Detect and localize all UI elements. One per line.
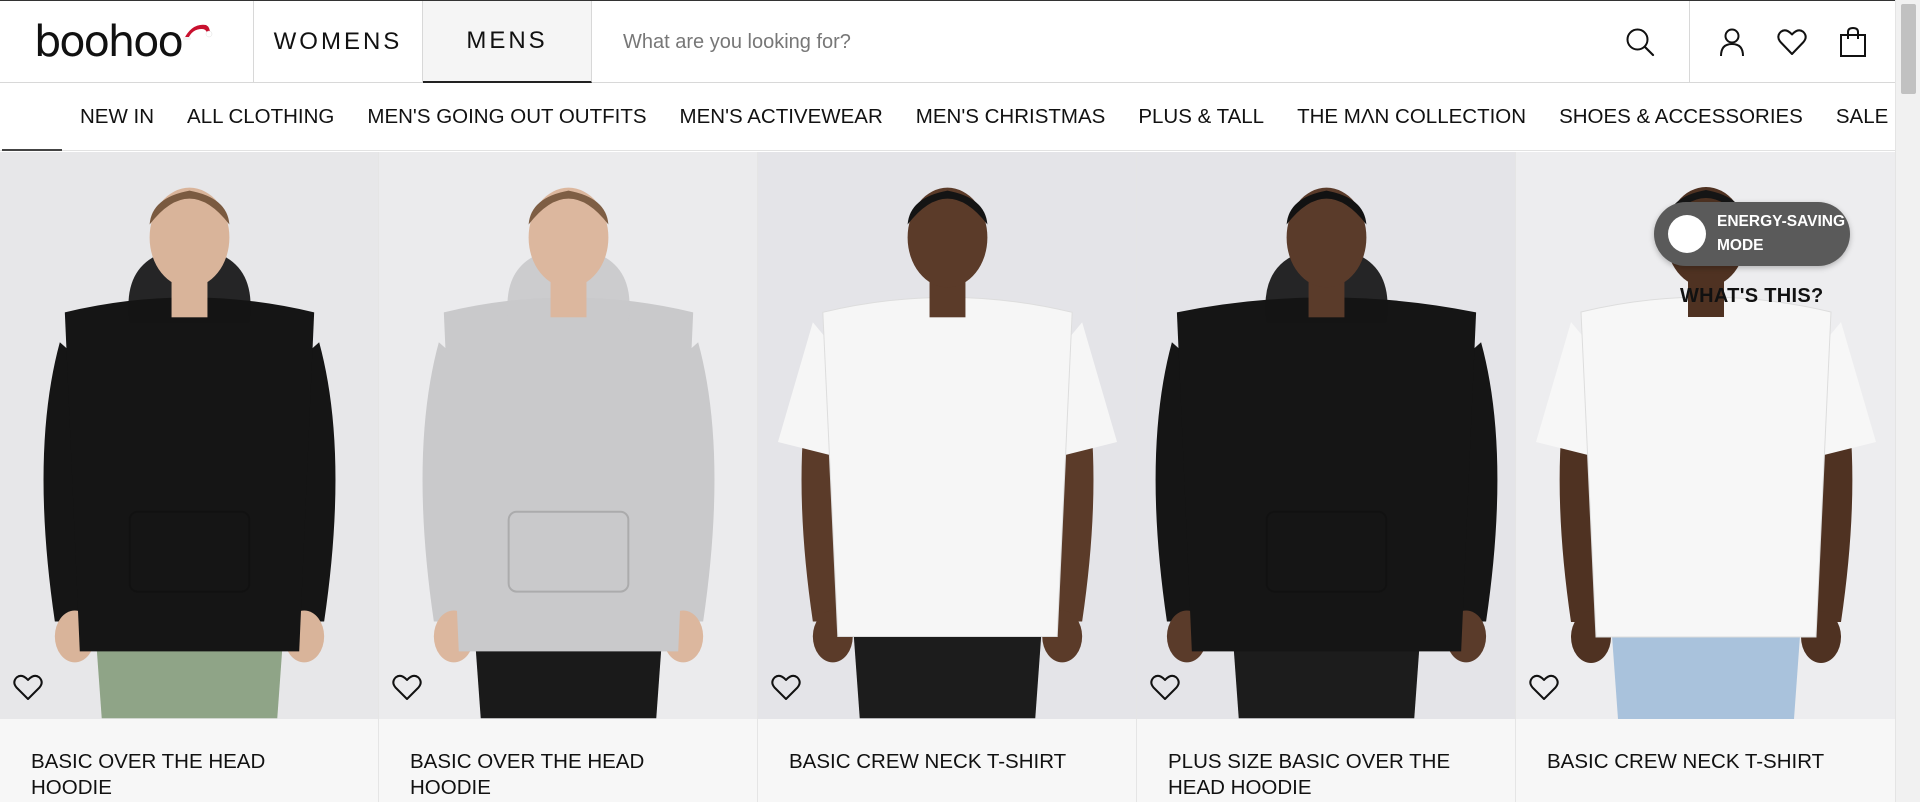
product-card[interactable]: PLUS SIZE BASIC OVER THE HEAD HOODIE <box>1137 152 1516 802</box>
model-illustration <box>1155 187 1498 719</box>
wishlist-icon[interactable] <box>1776 26 1808 58</box>
nav-item-shoes-accessories[interactable]: SHOES & ACCESSORIES <box>1559 105 1803 129</box>
product-title[interactable]: BASIC CREW NECK T-SHIRT <box>1547 749 1837 775</box>
boohoo-logo[interactable]: boohoo <box>0 1 254 83</box>
page-scrollbar[interactable] <box>1895 0 1920 802</box>
wishlist-heart-icon[interactable] <box>770 672 802 702</box>
product-image[interactable] <box>379 152 757 719</box>
search-bar <box>592 1 1690 83</box>
nav-active-indicator <box>2 149 62 151</box>
model-illustration <box>422 187 715 719</box>
header-icons <box>1690 1 1895 83</box>
product-info: BASIC OVER THE HEAD HOODIE <box>379 719 757 802</box>
product-title[interactable]: BASIC OVER THE HEAD HOODIE <box>31 749 321 801</box>
product-info: BASIC CREW NECK T-SHIRT <box>758 719 1136 802</box>
search-icon[interactable] <box>1625 27 1655 57</box>
energy-saving-label: ENERGY-SAVING MODE <box>1717 213 1846 254</box>
santa-hat-icon <box>183 24 213 40</box>
model-illustration <box>43 187 336 719</box>
product-title[interactable]: PLUS SIZE BASIC OVER THE HEAD HOODIE <box>1168 749 1458 801</box>
product-info: PLUS SIZE BASIC OVER THE HEAD HOODIE <box>1137 719 1515 802</box>
nav-item-all-clothing[interactable]: ALL CLOTHING <box>187 105 334 129</box>
product-grid: BASIC OVER THE HEAD HOODIE BASIC OVER TH… <box>0 152 1895 802</box>
tab-womens[interactable]: WOMENS <box>254 1 423 83</box>
logo-text: boohoo <box>34 16 184 67</box>
nav-item-sale[interactable]: SALE <box>1836 105 1888 129</box>
product-image[interactable] <box>758 152 1136 719</box>
search-input[interactable] <box>623 30 1423 54</box>
product-card[interactable]: BASIC OVER THE HEAD HOODIE <box>379 152 758 802</box>
nav-item-man-collection[interactable]: THE MΛN COLLECTION <box>1297 105 1526 129</box>
product-card[interactable]: BASIC OVER THE HEAD HOODIE <box>0 152 379 802</box>
bag-icon[interactable] <box>1837 26 1869 58</box>
product-title[interactable]: BASIC OVER THE HEAD HOODIE <box>410 749 700 801</box>
nav-item-activewear[interactable]: MEN'S ACTIVEWEAR <box>680 105 883 129</box>
model-illustration <box>777 187 1118 719</box>
tab-mens[interactable]: MENS <box>423 1 592 83</box>
product-info: BASIC OVER THE HEAD HOODIE <box>0 719 378 802</box>
site-header: boohoo WOMENS MENS <box>0 0 1895 83</box>
nav-item-going-out-outfits[interactable]: MEN'S GOING OUT OUTFITS <box>367 105 646 129</box>
energy-saving-toggle[interactable]: ENERGY-SAVING MODE <box>1654 202 1850 266</box>
wishlist-heart-icon[interactable] <box>1149 672 1181 702</box>
toggle-knob[interactable] <box>1668 215 1706 253</box>
nav-item-new-in[interactable]: NEW IN <box>80 105 154 129</box>
account-icon[interactable] <box>1716 26 1748 58</box>
product-image[interactable] <box>1137 152 1515 719</box>
product-info: BASIC CREW NECK T-SHIRT <box>1516 719 1895 802</box>
category-nav: NEW IN ALL CLOTHING MEN'S GOING OUT OUTF… <box>0 83 1895 151</box>
product-image[interactable] <box>0 152 378 719</box>
wishlist-heart-icon[interactable] <box>12 672 44 702</box>
nav-item-plus-tall[interactable]: PLUS & TALL <box>1138 105 1264 129</box>
scrollbar-thumb[interactable] <box>1901 4 1916 94</box>
product-card[interactable]: BASIC CREW NECK T-SHIRT <box>758 152 1137 802</box>
nav-item-christmas[interactable]: MEN'S CHRISTMAS <box>916 105 1106 129</box>
product-title[interactable]: BASIC CREW NECK T-SHIRT <box>789 749 1079 775</box>
wishlist-heart-icon[interactable] <box>1528 672 1560 702</box>
whats-this-link[interactable]: WHAT'S THIS? <box>1680 285 1824 308</box>
wishlist-heart-icon[interactable] <box>391 672 423 702</box>
